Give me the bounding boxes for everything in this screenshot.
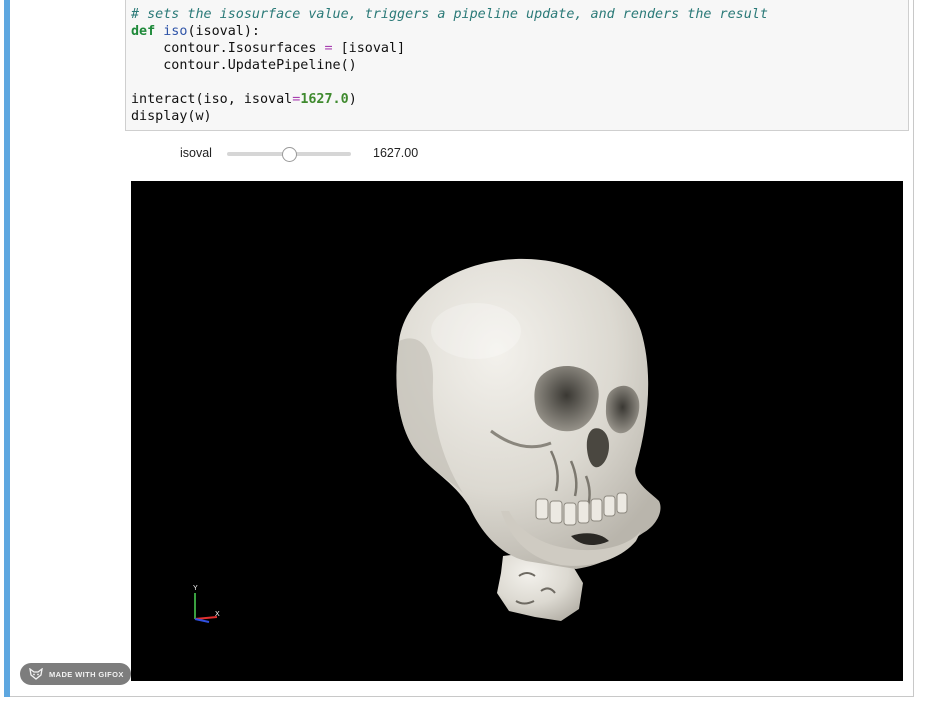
code-interact-b: ) — [348, 92, 357, 107]
code-display: display(w) — [131, 109, 212, 124]
render-canvas: Y X — [193, 258, 661, 623]
keyword-def: def — [131, 24, 156, 39]
isoval-slider-widget: isoval 1627.00 — [178, 144, 478, 164]
render-viewport[interactable]: Y X — [131, 181, 903, 681]
operator-assign: = — [324, 41, 333, 56]
code-isosurfaces-a: contour.Isosurfaces — [163, 41, 325, 56]
slider-label: isoval — [180, 146, 212, 160]
slider-handle[interactable] — [281, 146, 297, 162]
gifox-badge: MADE WITH GIFOX — [20, 663, 131, 685]
code-comment: # sets the isosurface value, triggers a … — [131, 7, 768, 22]
code-update-pipeline: contour.UpdatePipeline() — [163, 58, 357, 73]
z-axis-line — [194, 618, 210, 623]
skull-isosurface — [396, 258, 661, 621]
code-isosurfaces-b: [isoval] — [332, 41, 406, 56]
function-name: iso — [163, 24, 188, 39]
code-input-area[interactable]: # sets the isosurface value, triggers a … — [125, 0, 909, 131]
slider-track[interactable] — [227, 146, 351, 162]
cell-selection-bar — [4, 0, 10, 697]
code-editor[interactable]: # sets the isosurface value, triggers a … — [131, 6, 768, 125]
slider-value-readout: 1627.00 — [373, 146, 419, 160]
fox-icon — [29, 668, 43, 680]
code-interact-a: interact(iso, isoval — [131, 92, 293, 107]
orientation-axes: Y X — [193, 585, 220, 623]
function-signature: (isoval): — [187, 24, 260, 39]
x-axis-label: X — [215, 611, 220, 618]
y-axis-label: Y — [193, 585, 198, 592]
number-literal: 1627.0 — [300, 92, 349, 107]
gifox-text: MADE WITH GIFOX — [49, 670, 124, 679]
